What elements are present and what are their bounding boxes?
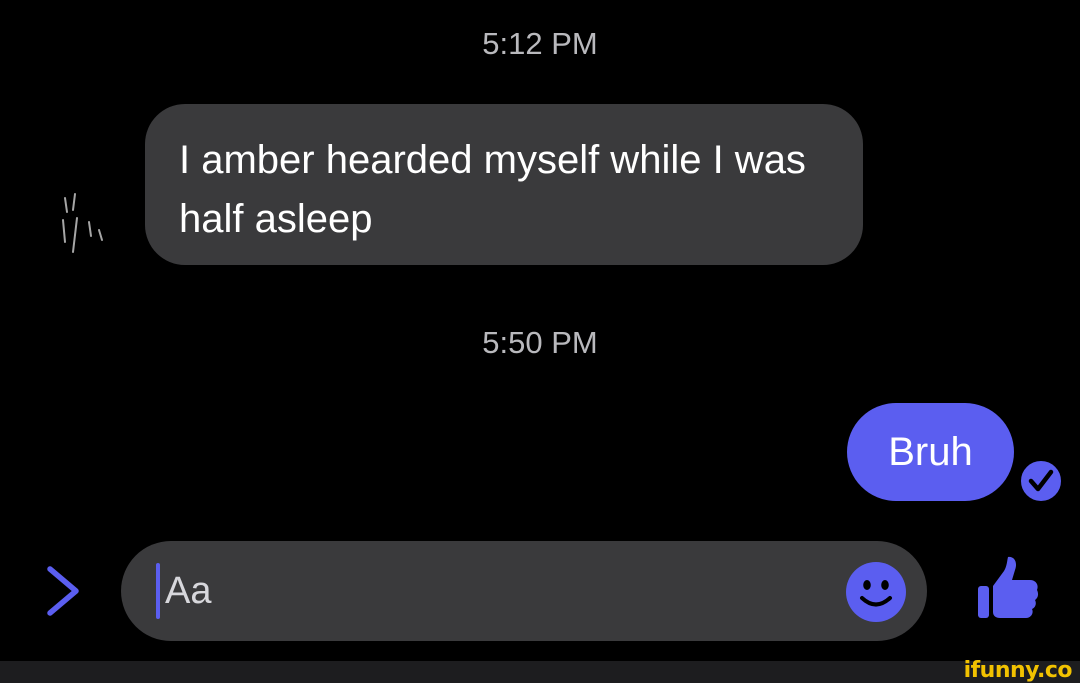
smiley-face-icon[interactable] bbox=[845, 561, 907, 623]
chevron-right-icon[interactable] bbox=[40, 563, 86, 619]
read-receipt-check-icon bbox=[1019, 459, 1063, 503]
message-text: I amber hearded myself while I was half … bbox=[179, 138, 806, 241]
incoming-message-bubble[interactable]: I amber hearded myself while I was half … bbox=[145, 104, 863, 265]
message-timestamp: 5:50 PM bbox=[482, 325, 598, 360]
watermark-bar: ifunny.co bbox=[0, 658, 1080, 683]
ifunny-watermark: ifunny.co bbox=[963, 658, 1073, 683]
outgoing-message-bubble[interactable]: Bruh bbox=[847, 403, 1014, 501]
sender-avatar-placeholder bbox=[62, 193, 103, 253]
message-text: Bruh bbox=[888, 430, 973, 474]
message-input[interactable]: Aa bbox=[121, 541, 927, 641]
text-cursor bbox=[156, 563, 160, 619]
message-timestamp: 5:12 PM bbox=[482, 26, 598, 61]
thumbs-up-icon[interactable] bbox=[972, 553, 1044, 625]
chat-screen: 5:12 PM I amber hearded myself while I w… bbox=[0, 0, 1080, 683]
message-input-placeholder: Aa bbox=[165, 570, 212, 612]
